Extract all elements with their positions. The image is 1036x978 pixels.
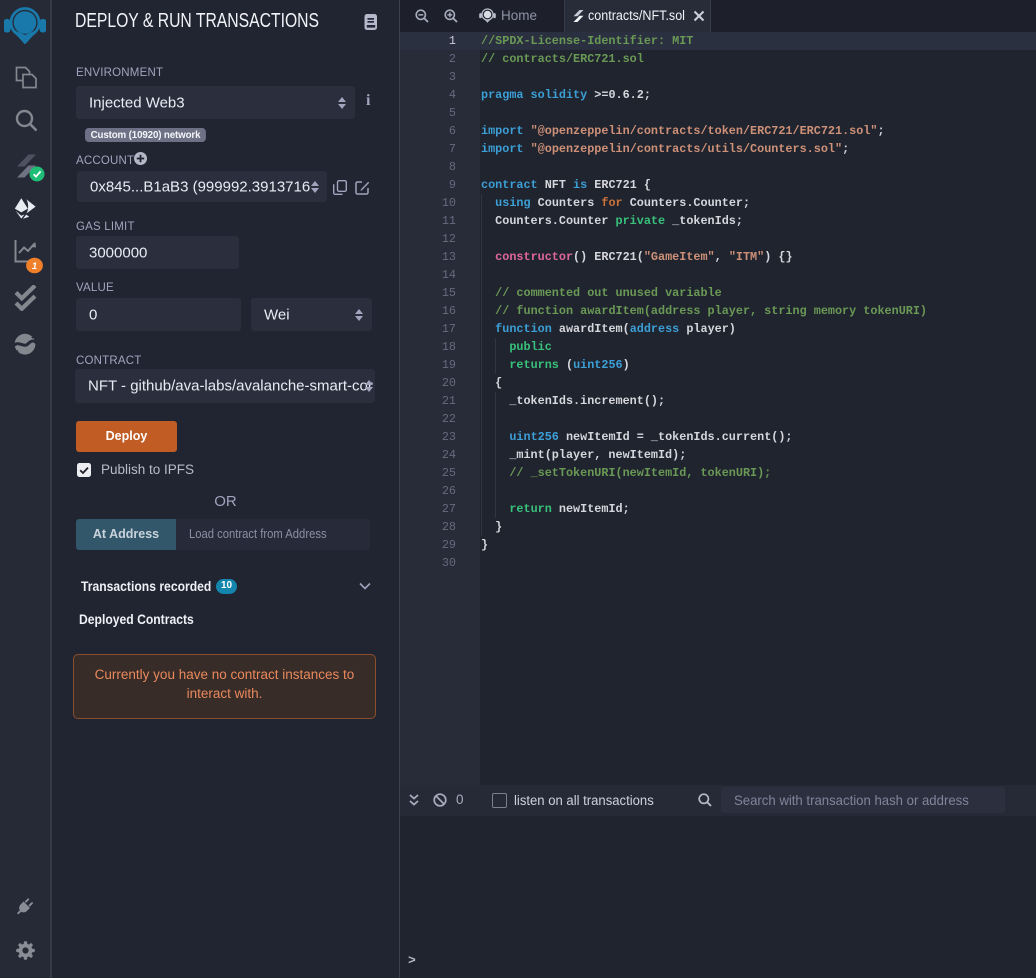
svg-text:1: 1: [32, 261, 37, 272]
